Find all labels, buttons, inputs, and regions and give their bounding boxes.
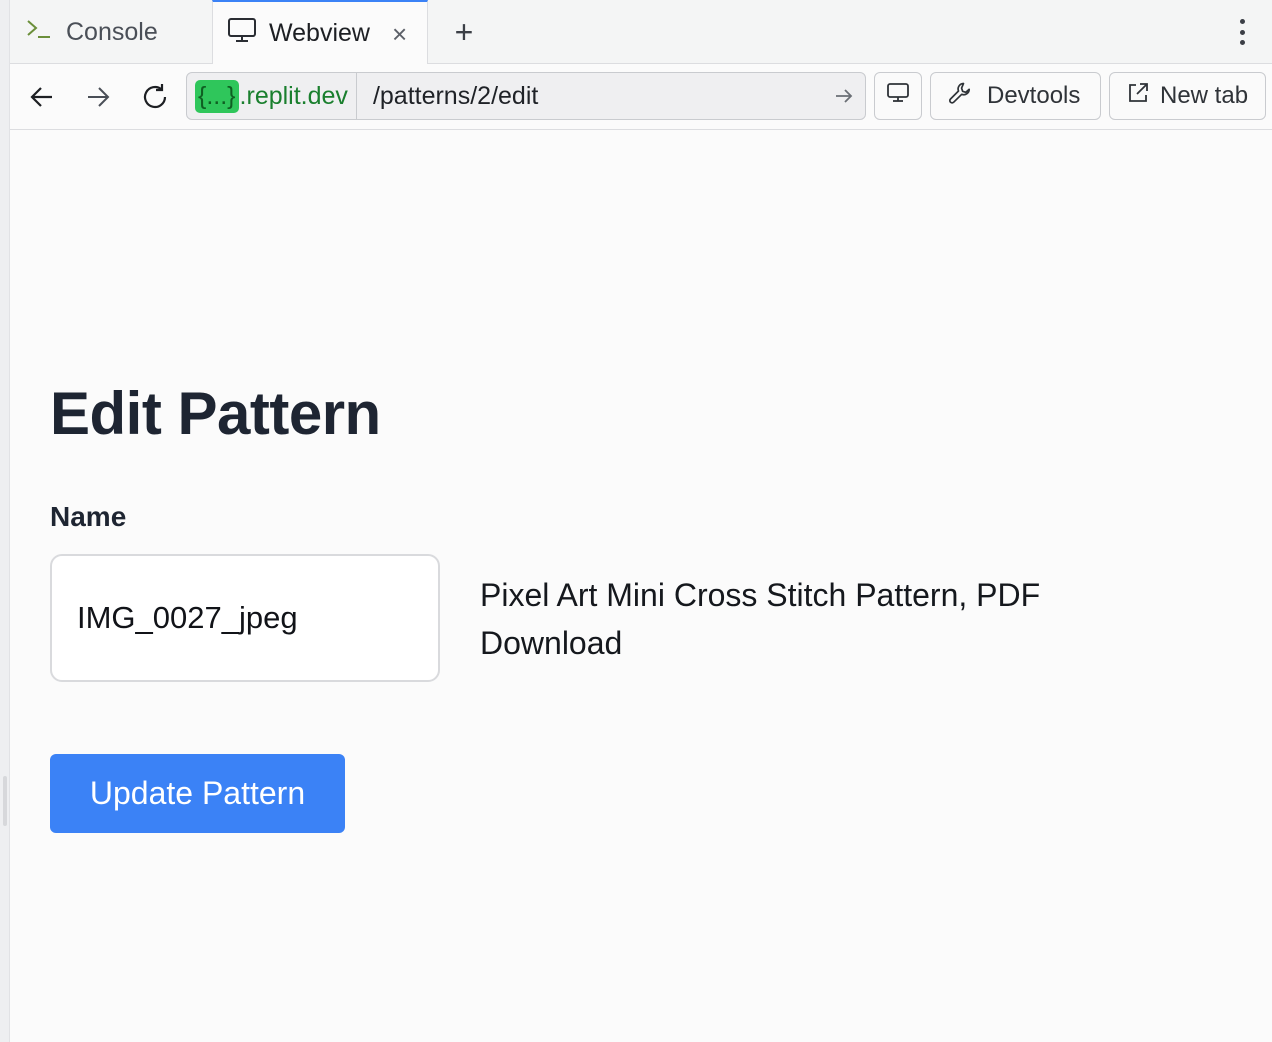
close-icon[interactable]: × (392, 21, 407, 47)
webview-content: Edit Pattern Name Pixel Art Mini Cross S… (10, 131, 1272, 1042)
add-tab-button[interactable]: + (448, 14, 480, 50)
go-arrow-icon[interactable] (823, 85, 865, 107)
url-path-input[interactable]: /patterns/2/edit (357, 82, 823, 111)
screen-size-button[interactable] (874, 72, 922, 120)
back-arrow-icon[interactable] (22, 78, 62, 116)
page-title: Edit Pattern (50, 380, 381, 447)
new-tab-button[interactable]: New tab (1109, 72, 1266, 120)
address-bar[interactable]: {...} .replit.dev /patterns/2/edit (186, 72, 866, 120)
tab-console[interactable]: Console (20, 0, 220, 64)
external-link-icon (1126, 81, 1150, 112)
new-tab-label: New tab (1160, 82, 1249, 109)
forward-arrow-icon[interactable] (78, 78, 118, 116)
update-pattern-button[interactable]: Update Pattern (50, 754, 345, 833)
tab-bar: Console Webview × + (10, 0, 1272, 65)
wrench-icon (947, 80, 973, 113)
reload-icon[interactable] (135, 78, 175, 116)
tab-webview-label: Webview (269, 19, 370, 47)
name-field-label: Name (50, 501, 127, 532)
more-options-icon[interactable] (1230, 16, 1254, 48)
host-badge: {...} (195, 79, 239, 113)
tab-console-label: Console (66, 17, 158, 46)
tab-webview[interactable]: Webview × (212, 0, 428, 65)
monitor-icon (227, 16, 257, 51)
name-input[interactable] (50, 554, 440, 682)
left-panel-gutter (0, 0, 10, 1042)
monitor-icon (886, 81, 910, 112)
url-host: {...} .replit.dev (187, 73, 357, 119)
pattern-description: Pixel Art Mini Cross Stitch Pattern, PDF… (480, 577, 1041, 661)
navigation-bar: {...} .replit.dev /patterns/2/edit Devto… (10, 64, 1272, 130)
devtools-button[interactable]: Devtools (930, 72, 1101, 120)
terminal-prompt-icon (24, 16, 54, 49)
host-suffix: .replit.dev (239, 81, 348, 110)
panel-resize-handle[interactable] (3, 776, 7, 826)
devtools-label: Devtools (987, 82, 1081, 109)
